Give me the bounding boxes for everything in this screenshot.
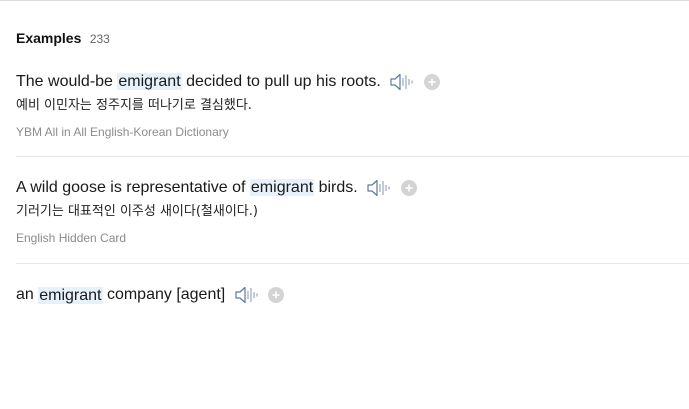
keyword-highlight[interactable]: emigrant <box>38 286 103 304</box>
example-item: A wild goose is representative of emigra… <box>16 177 689 265</box>
sentence-text: The would-be <box>16 73 118 91</box>
keyword-highlight[interactable]: emigrant <box>249 179 315 197</box>
sentence-text: an <box>16 286 39 304</box>
example-item: an emigrant company [agent] <box>16 284 689 306</box>
top-divider <box>0 0 689 1</box>
speaker-icon[interactable] <box>389 72 415 92</box>
plus-icon[interactable] <box>423 73 440 90</box>
plus-icon[interactable] <box>268 287 285 304</box>
speaker-icon[interactable] <box>366 178 392 198</box>
example-actions <box>366 177 417 199</box>
sentence-text: A wild goose is representative of <box>16 179 250 197</box>
examples-header: Examples 233 <box>16 29 689 47</box>
example-actions <box>234 284 285 306</box>
example-source: English Hidden Card <box>16 231 127 246</box>
sentence-text: decided to pull up his roots. <box>181 73 381 91</box>
examples-section: Examples 233 The would-be emigrant decid… <box>16 29 689 337</box>
examples-title: Examples <box>16 30 82 46</box>
plus-icon[interactable] <box>400 180 417 196</box>
examples-count: 233 <box>89 32 110 46</box>
sentence-text: company [agent] <box>102 286 226 304</box>
keyword-highlight[interactable]: emigrant <box>117 73 182 91</box>
example-sentence-en[interactable]: an emigrant company [agent] <box>16 284 689 306</box>
example-sentence-en[interactable]: A wild goose is representative of emigra… <box>16 177 689 199</box>
example-translation-ko: 기러기는 대표적인 이주성 새이다(철새이다.) <box>16 204 258 220</box>
examples-list: The would-be emigrant decided to pull up… <box>16 71 689 337</box>
example-sentence-en[interactable]: The would-be emigrant decided to pull up… <box>16 71 689 93</box>
example-source: YBM All in All English-Korean Dictionary <box>16 125 229 140</box>
example-item: The would-be emigrant decided to pull up… <box>16 71 689 158</box>
example-translation-ko: 예비 이민자는 정주지를 떠나기로 결심했다. <box>16 98 252 114</box>
example-actions <box>389 71 440 93</box>
sentence-text: birds. <box>314 179 358 197</box>
speaker-icon[interactable] <box>234 285 260 305</box>
